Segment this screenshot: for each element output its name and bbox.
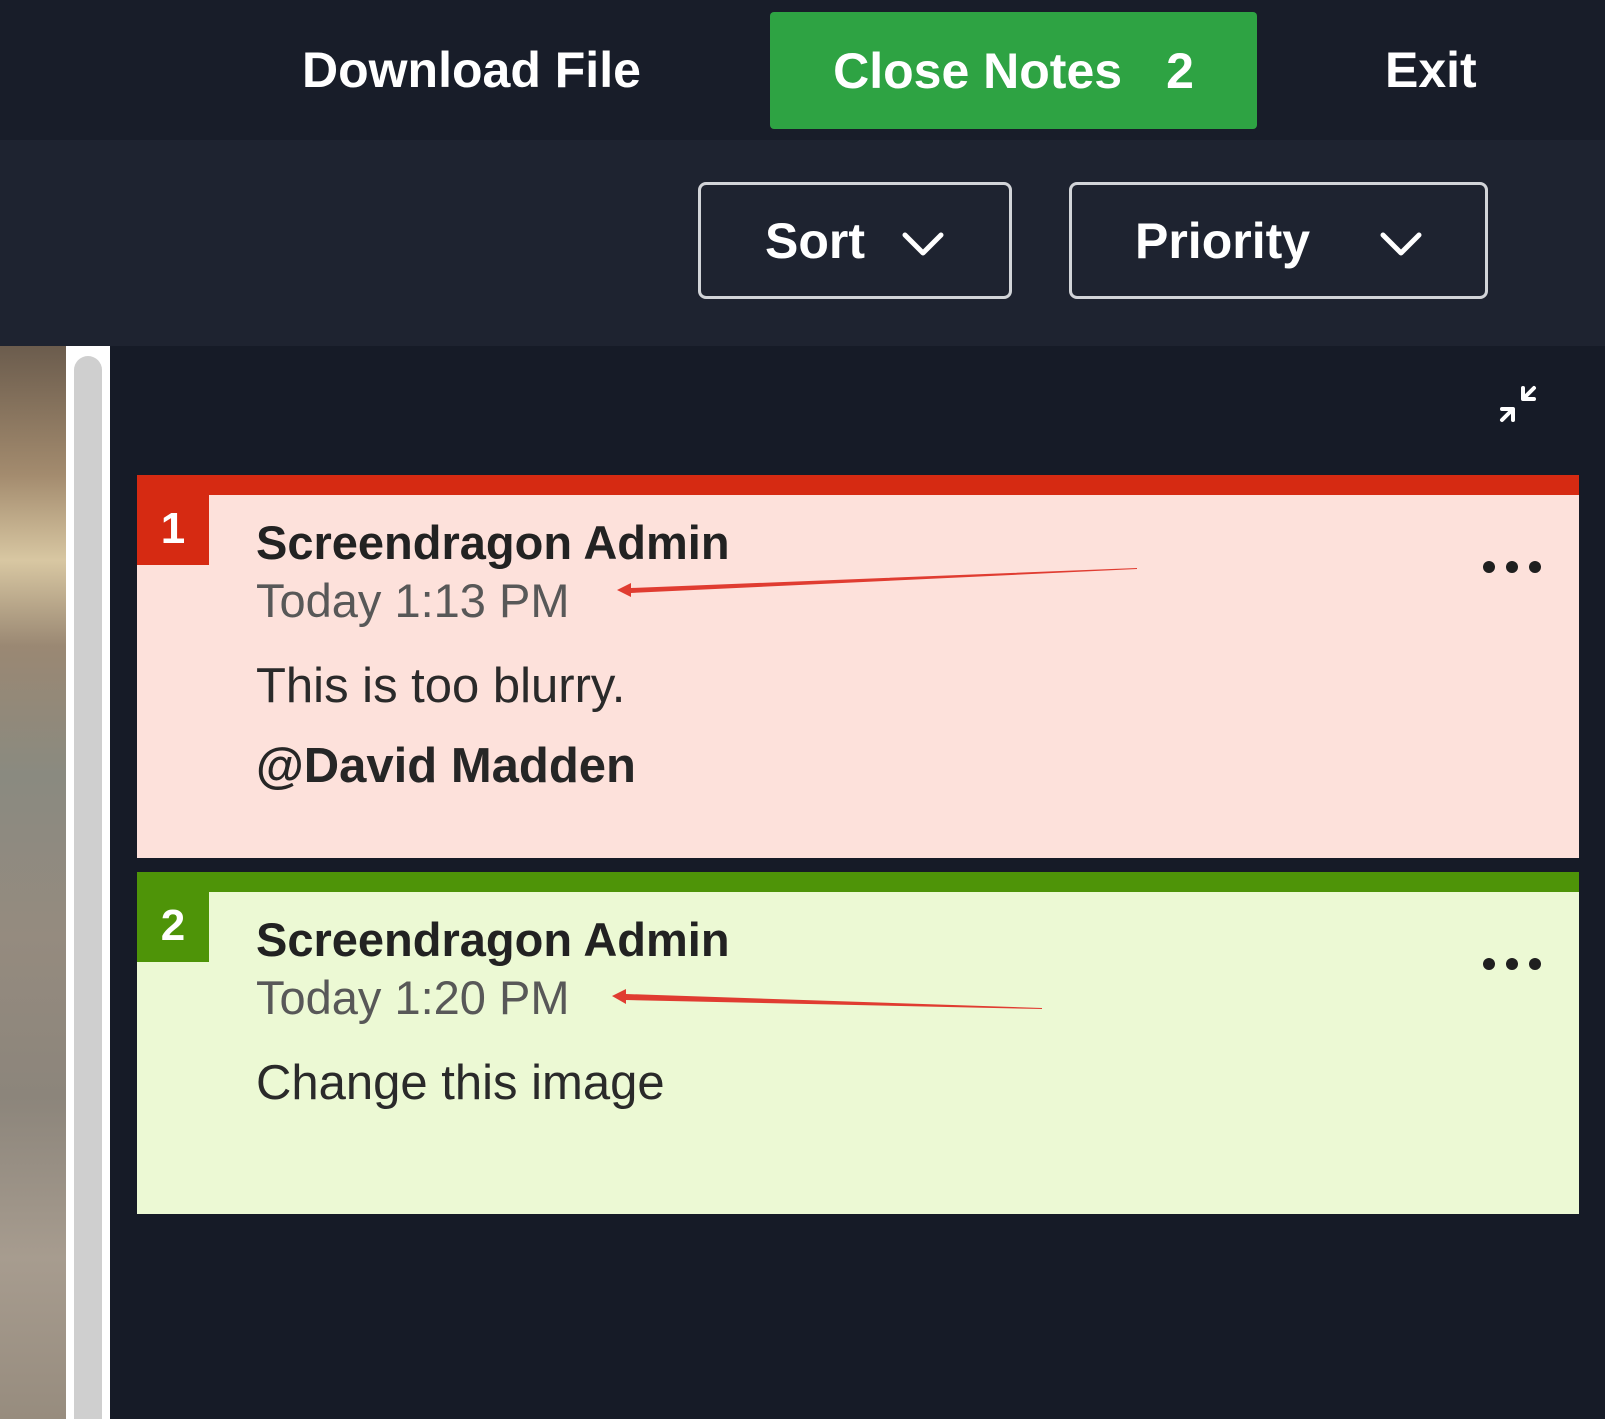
collapse-icon[interactable] xyxy=(1490,376,1546,432)
sort-label: Sort xyxy=(765,212,865,269)
sort-dropdown[interactable]: Sort xyxy=(698,182,1012,299)
note-mention[interactable]: @David Madden xyxy=(256,738,636,794)
more-options-icon[interactable] xyxy=(1477,952,1547,976)
image-preview xyxy=(0,346,66,1419)
note-text: Change this image xyxy=(256,1056,665,1110)
chevron-down-icon xyxy=(902,232,944,256)
priority-label: Priority xyxy=(1135,212,1311,269)
note-author: Screendragon Admin xyxy=(256,913,730,966)
notes-count-badge: 2 xyxy=(1166,42,1194,99)
exit-button[interactable]: Exit xyxy=(1385,40,1477,100)
download-file-button[interactable]: Download File xyxy=(302,40,641,100)
priority-dropdown[interactable]: Priority xyxy=(1069,182,1488,299)
note-number-badge: 2 xyxy=(137,890,209,962)
top-bar: Download File Close Notes 2 Exit xyxy=(0,0,1605,140)
annotation-arrow-icon xyxy=(617,568,1137,597)
close-notes-button[interactable]: Close Notes 2 xyxy=(770,12,1257,129)
close-notes-label: Close Notes xyxy=(833,42,1123,99)
note-card[interactable]: 2 Screendragon Admin Today 1:20 PM Chang… xyxy=(137,872,1579,1214)
more-options-icon[interactable] xyxy=(1477,555,1547,579)
note-text: This is too blurry. xyxy=(256,659,626,713)
note-card[interactable]: 1 Screendragon Admin Today 1:13 PM This … xyxy=(137,475,1579,858)
chevron-down-icon xyxy=(1380,232,1422,256)
notes-toolbar: Sort Priority xyxy=(0,140,1605,346)
note-number-badge: 1 xyxy=(137,493,209,565)
note-timestamp: Today 1:13 PM xyxy=(256,574,570,627)
scrollbar-thumb[interactable] xyxy=(74,356,102,1419)
annotation-arrow-icon xyxy=(612,989,1042,1009)
note-timestamp: Today 1:20 PM xyxy=(256,971,570,1024)
note-author: Screendragon Admin xyxy=(256,516,730,569)
